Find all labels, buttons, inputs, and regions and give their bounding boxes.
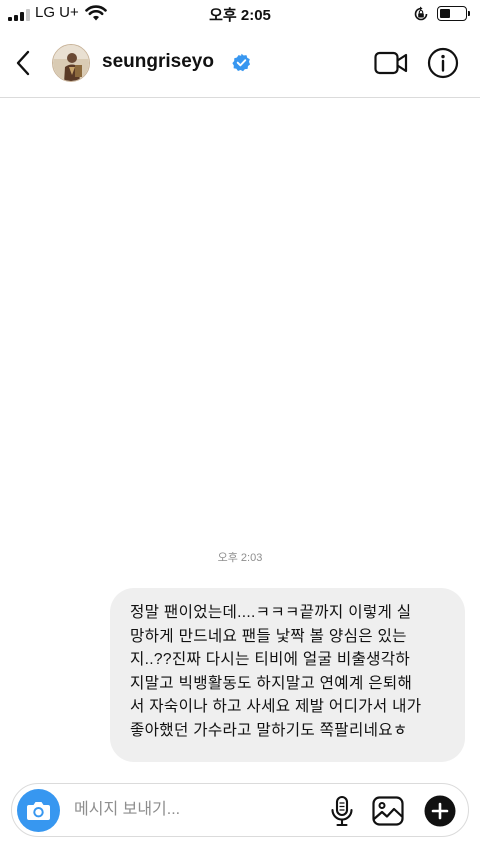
verified-badge-icon <box>232 53 251 72</box>
thread-username[interactable]: seungriseyo <box>102 51 214 73</box>
message-input[interactable] <box>74 795 324 825</box>
microphone-icon[interactable] <box>328 795 356 827</box>
status-bar: LG U+ 오후 2:05 <box>0 0 480 28</box>
plus-icon[interactable] <box>424 795 456 827</box>
message-bubble[interactable]: 정말 팬이었는데....ㅋㅋㅋ끝까지 이렇게 실 망하게 만드네요 팬들 낯짝 … <box>110 588 465 762</box>
camera-button[interactable] <box>17 789 60 832</box>
message-composer <box>11 783 469 837</box>
video-call-icon[interactable] <box>374 50 408 76</box>
back-icon[interactable] <box>10 46 38 80</box>
message-timestamp: 오후 2:03 <box>217 552 263 564</box>
rotation-lock-icon <box>414 6 428 21</box>
battery-icon <box>437 6 471 21</box>
thread-header: seungriseyo <box>0 28 480 98</box>
bottom-safe-area <box>0 838 480 854</box>
camera-icon <box>27 802 50 820</box>
gallery-icon[interactable] <box>372 796 404 826</box>
avatar[interactable] <box>52 44 90 82</box>
info-icon[interactable] <box>427 47 459 79</box>
status-time: 오후 2:05 <box>209 7 271 24</box>
